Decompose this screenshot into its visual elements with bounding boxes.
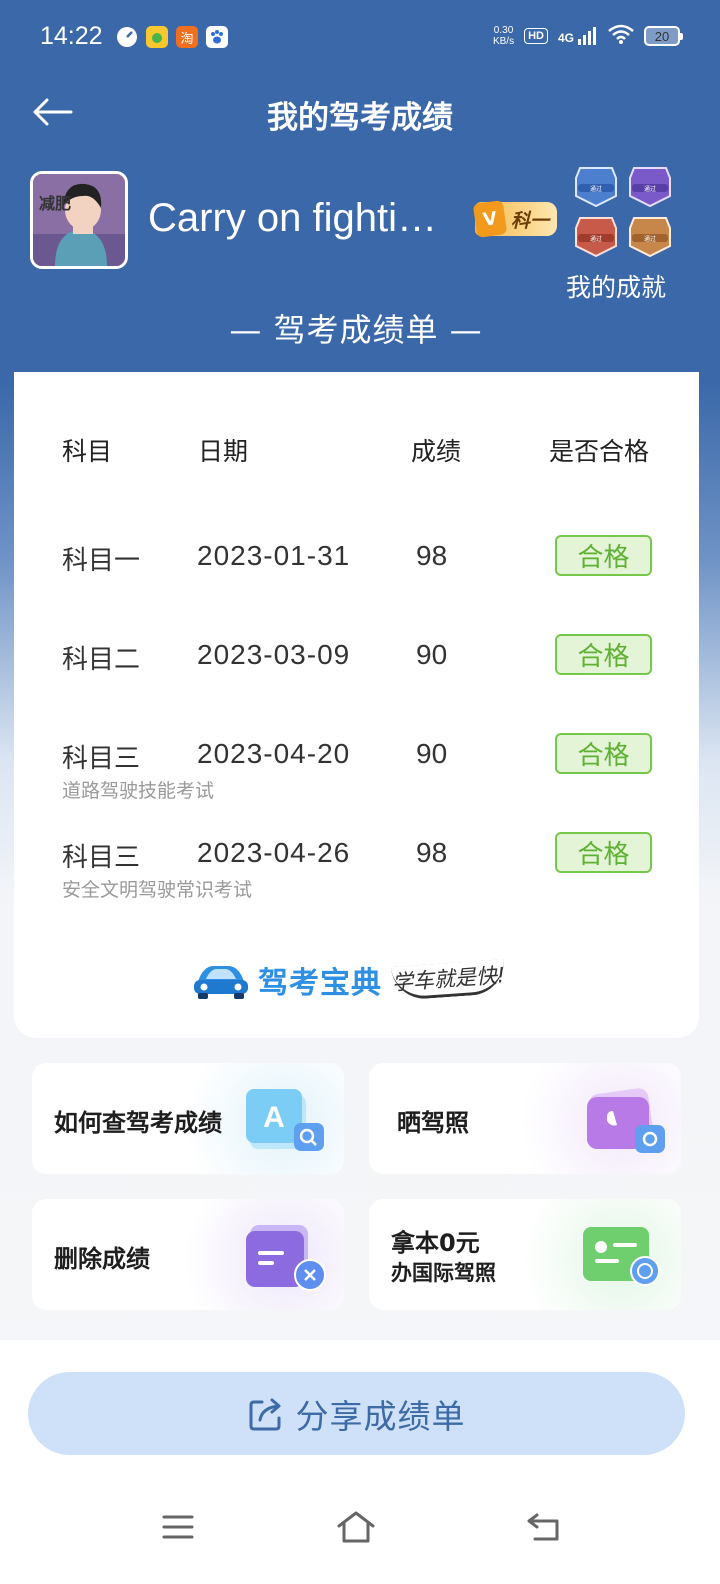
row-score: 98 <box>416 837 448 868</box>
taobao-icon: 淘 <box>176 26 198 48</box>
level-badge[interactable]: V 科一 <box>472 200 557 238</box>
menu-nav-button[interactable] <box>153 1502 203 1552</box>
tile-label-line2: 办国际驾照 <box>391 1261 496 1285</box>
achievements-label: 我的成就 <box>566 273 667 302</box>
pass-badge: 合格 <box>555 733 652 774</box>
medal-text: 通过 <box>590 235 602 243</box>
back-nav-icon <box>527 1513 559 1541</box>
pass-badge: 合格 <box>555 832 652 873</box>
report-title: — 驾考成绩单 — <box>229 311 483 349</box>
pass-badge: 合格 <box>555 535 652 576</box>
row-score: 90 <box>416 738 448 769</box>
status-app-icons: 淘 <box>116 26 228 48</box>
row-score: 98 <box>416 540 448 571</box>
medal-text: 通过 <box>644 235 656 243</box>
row-date: 2023-03-09 <box>197 639 351 670</box>
share-icon <box>249 1398 280 1430</box>
row-note: 道路驾驶技能考试 <box>62 780 215 802</box>
delete-score-button[interactable]: 删除成绩 <box>32 1199 344 1310</box>
medal-text: 通过 <box>590 185 602 193</box>
home-icon <box>337 1511 375 1543</box>
row-date: 2023-04-26 <box>197 837 351 868</box>
column-header-pass: 是否合格 <box>549 437 650 466</box>
pass-badge: 合格 <box>555 634 652 675</box>
license-card-icon <box>583 1227 660 1286</box>
vip-icon: V <box>472 200 508 238</box>
achievements[interactable]: 通过 通过 通过 通过 我的成就 <box>566 164 678 304</box>
status-time: 14:22 <box>40 22 103 50</box>
battery-icon: 20 <box>644 26 683 46</box>
row-subject: 科目三 <box>62 744 141 774</box>
tile-label-line1: 拿本0元 <box>391 1229 480 1257</box>
tile-label: 如何查驾考成绩 <box>54 1109 222 1137</box>
brand-slogan: 学车就是快! <box>390 959 507 1001</box>
medal-icon: 通过 <box>575 167 617 208</box>
share-button-label: 分享成绩单 <box>295 1396 466 1436</box>
menu-icon <box>162 1515 194 1539</box>
column-header-score: 成绩 <box>411 437 462 466</box>
net-speed-value: 0.30 <box>493 25 514 36</box>
username: Carry on fighti… <box>148 196 437 240</box>
row-score: 90 <box>416 639 448 670</box>
medal-text: 通过 <box>644 185 656 193</box>
timer-icon <box>116 26 138 48</box>
column-header-date: 日期 <box>198 437 249 466</box>
row-note: 安全文明驾驶常识考试 <box>62 879 253 901</box>
international-license-button[interactable]: 拿本0元 办国际驾照 <box>369 1199 681 1310</box>
car-icon <box>194 966 248 999</box>
brand-logo: 驾考宝典 学车就是快! <box>192 958 507 1002</box>
how-to-check-score-button[interactable]: 如何查驾考成绩 A <box>32 1063 344 1174</box>
net-speed: 0.30 KB/s <box>493 25 514 47</box>
tile-label: 晒驾照 <box>397 1109 469 1137</box>
row-subject: 科目二 <box>62 645 141 675</box>
row-subject: 科目三 <box>62 843 141 873</box>
brand-name: 驾考宝典 <box>258 966 382 1001</box>
signal-icon: 4G <box>558 27 598 45</box>
tile-label: 删除成绩 <box>54 1245 150 1273</box>
medal-icon: 通过 <box>629 217 671 258</box>
status-right-icons: 0.30 KB/s HD 4G 20 <box>493 24 683 48</box>
hd-icon: HD <box>524 28 548 44</box>
net-speed-unit: KB/s <box>492 36 515 47</box>
photo-camera-icon <box>587 1088 665 1153</box>
level-label: 科一 <box>511 209 550 232</box>
system-nav-bar <box>0 1490 720 1570</box>
row-date: 2023-01-31 <box>197 540 351 571</box>
status-bar: 14:22 淘 0.30 KB/s HD 4G 20 <box>0 0 720 80</box>
baidu-icon <box>206 26 228 48</box>
back-nav-button[interactable] <box>518 1502 568 1552</box>
share-report-button[interactable]: 分享成绩单 <box>28 1372 685 1455</box>
medal-icon: 通过 <box>575 217 617 258</box>
medal-grid: 通过 通过 通过 通过 <box>572 164 678 258</box>
music-app-icon <box>146 26 168 48</box>
wifi-icon <box>608 24 634 48</box>
search-document-icon: A <box>246 1089 324 1151</box>
medal-icon: 通过 <box>629 167 671 208</box>
delete-document-icon <box>246 1225 326 1291</box>
score-card <box>14 372 699 1038</box>
score-report-page: 14:22 淘 0.30 KB/s HD 4G 20 我的驾考成绩 减肥 Car… <box>0 0 720 1584</box>
column-header-subject: 科目 <box>62 437 113 466</box>
network-type: 4G <box>557 31 574 45</box>
row-subject: 科目一 <box>62 546 141 576</box>
svg-text:A: A <box>263 1101 285 1134</box>
page-title: 我的驾考成绩 <box>267 100 453 136</box>
show-license-button[interactable]: 晒驾照 <box>369 1063 681 1174</box>
avatar[interactable]: 减肥 <box>30 171 128 269</box>
avatar-text: 减肥 <box>39 194 72 213</box>
home-nav-button[interactable] <box>331 1502 381 1552</box>
avatar-image <box>33 174 125 266</box>
row-date: 2023-04-20 <box>197 738 351 769</box>
